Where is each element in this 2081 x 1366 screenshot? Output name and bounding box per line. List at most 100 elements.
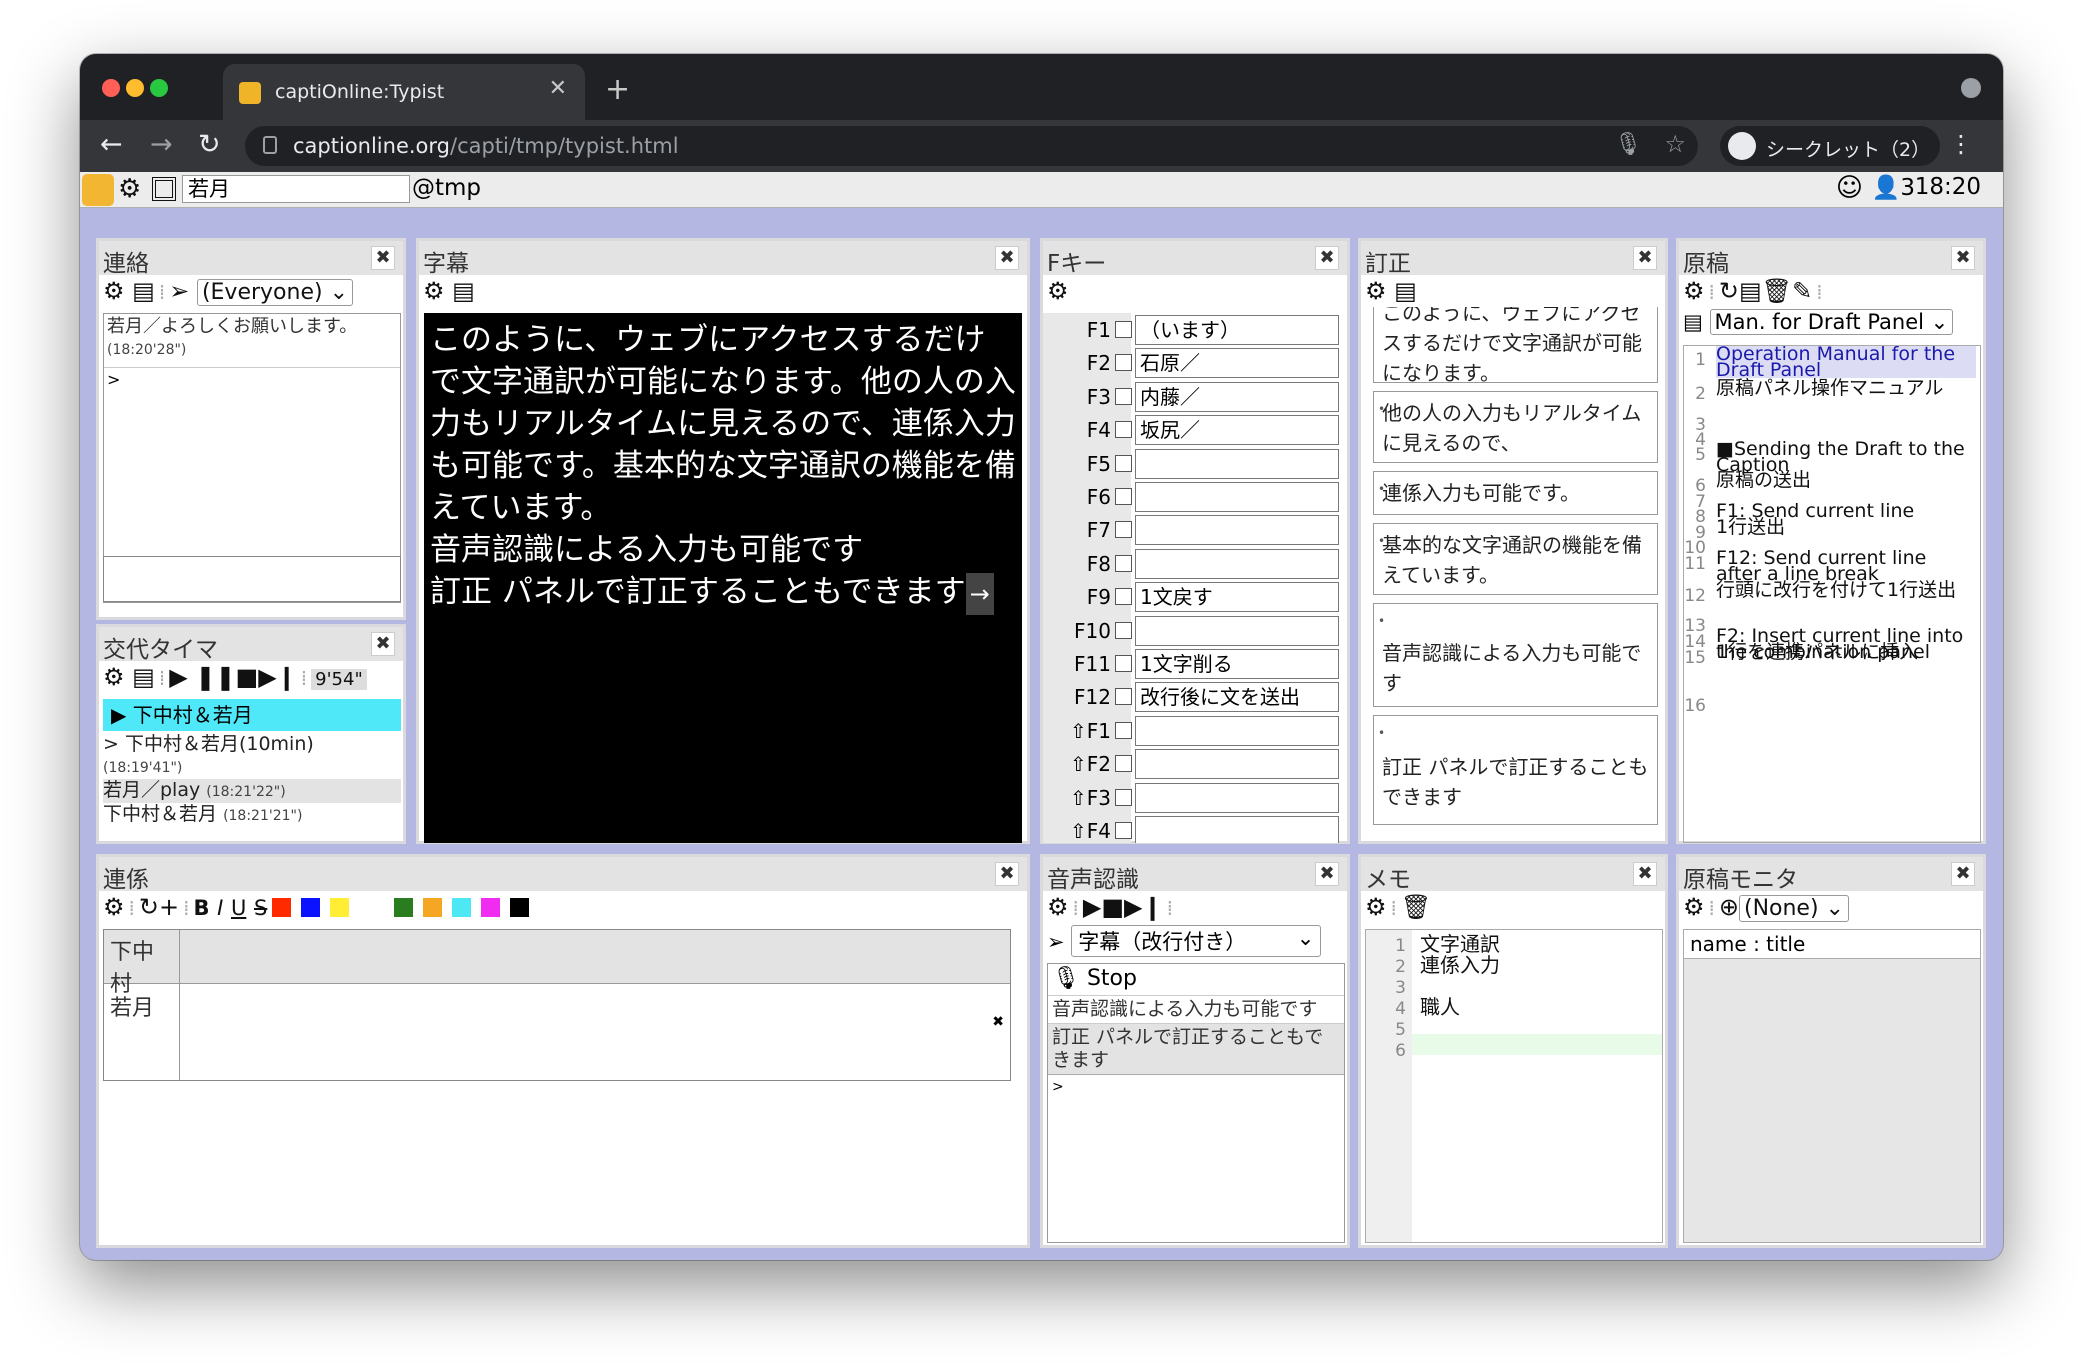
fkey-input[interactable]: 1文字削る: [1135, 649, 1339, 679]
fkey-checkbox[interactable]: [1115, 454, 1132, 472]
recipient-select[interactable]: (Everyone) ⌄: [196, 279, 354, 306]
fkey-input[interactable]: [1135, 749, 1339, 780]
settings-gear-icon[interactable]: ⚙: [1365, 893, 1387, 921]
color-swatch-magenta[interactable]: [481, 898, 501, 917]
send-icon[interactable]: ➢: [169, 277, 189, 305]
strikethrough-button[interactable]: S: [254, 896, 267, 920]
panel-close-icon[interactable]: ✖: [1633, 862, 1657, 886]
pencil-icon[interactable]: ✎: [1792, 277, 1812, 305]
stop-icon[interactable]: ■: [236, 663, 259, 691]
bookmark-star-icon[interactable]: ☆: [1664, 130, 1686, 158]
fkey-checkbox[interactable]: [1115, 655, 1132, 672]
fkey-checkbox[interactable]: [1115, 488, 1132, 505]
fkey-input[interactable]: [1135, 816, 1339, 843]
settings-gear-icon[interactable]: ⚙: [1683, 277, 1705, 305]
app-logo[interactable]: [82, 174, 114, 206]
draft-line[interactable]: Operation Manual for the Draft Panel: [1716, 346, 1976, 380]
play-icon[interactable]: ▶: [1083, 893, 1101, 921]
draft-line[interactable]: 行頭に改行を付けて1行送出: [1716, 581, 1976, 600]
play-icon[interactable]: ▶: [169, 663, 187, 691]
browser-tab[interactable]: captiOnline:Typist ✕: [223, 64, 585, 120]
memo-editor[interactable]: 1 文字通訳 2 連係入力 3 4 職人 5 6: [1365, 929, 1663, 1243]
italic-button[interactable]: I: [217, 896, 223, 920]
panel-close-icon[interactable]: ✖: [1951, 862, 1975, 886]
fkey-input[interactable]: [1135, 782, 1339, 813]
speech-target-select[interactable]: 字幕（改行付き） ⌄: [1071, 925, 1322, 957]
draft-line[interactable]: 原稿の送出: [1716, 471, 1976, 490]
panel-close-icon[interactable]: ✖: [1315, 246, 1339, 270]
correction-item[interactable]: • 訂正 パネルで訂正することもできます: [1373, 715, 1658, 825]
chat-log[interactable]: 若月／よろしくお願いします。 (18:20'28") >: [103, 313, 401, 603]
browser-menu-icon[interactable]: ⋮: [1949, 130, 1973, 158]
settings-gear-icon[interactable]: ⚙: [1683, 893, 1705, 921]
panel-close-icon[interactable]: ✖: [371, 632, 395, 656]
monitor-select[interactable]: (None) ⌄: [1738, 895, 1849, 922]
panel-close-icon[interactable]: ✖: [1951, 246, 1975, 270]
combination-input[interactable]: ✖: [180, 984, 1010, 1080]
qr-code-icon[interactable]: [152, 177, 176, 201]
fkey-checkbox[interactable]: [1115, 788, 1132, 806]
stop-icon[interactable]: ■: [1101, 893, 1124, 921]
settings-gear-icon[interactable]: ⚙: [103, 277, 125, 305]
correction-item[interactable]: • 基本的な文字通訳の機能を備えています。: [1373, 523, 1658, 595]
fkey-checkbox[interactable]: [1115, 387, 1132, 405]
panel-close-icon[interactable]: ✖: [1633, 246, 1657, 270]
trash-icon[interactable]: 🗑: [1762, 277, 1792, 305]
pause-icon[interactable]: ❚❚: [195, 663, 235, 691]
stop-button[interactable]: 🎙 Stop: [1048, 964, 1344, 996]
color-swatch-yellow[interactable]: [330, 898, 350, 917]
color-swatch-orange[interactable]: [423, 898, 443, 917]
chat-input[interactable]: [103, 556, 401, 602]
add-icon[interactable]: +: [159, 893, 179, 921]
reload-button[interactable]: ↻: [198, 129, 221, 160]
settings-gear-icon[interactable]: ⚙: [1365, 277, 1387, 305]
document-icon[interactable]: ▤: [452, 277, 475, 305]
reload-icon[interactable]: ↻: [1719, 277, 1739, 305]
panel-close-icon[interactable]: ✖: [1315, 862, 1339, 886]
fkey-input[interactable]: 改行後に文を送出: [1135, 682, 1339, 713]
color-swatch-red[interactable]: [272, 898, 292, 917]
forward-button[interactable]: →: [150, 129, 173, 160]
fkey-checkbox[interactable]: [1115, 354, 1132, 372]
fkey-checkbox[interactable]: [1115, 554, 1132, 572]
back-button[interactable]: ←: [100, 129, 123, 160]
fkey-input[interactable]: [1135, 448, 1339, 479]
panel-close-icon[interactable]: ✖: [995, 246, 1019, 270]
fkey-checkbox[interactable]: [1115, 521, 1132, 539]
fkey-input[interactable]: 坂尻／: [1135, 415, 1339, 446]
settings-gear-icon[interactable]: ⚙: [423, 277, 445, 305]
panel-close-icon[interactable]: ✖: [371, 246, 395, 270]
skip-next-icon[interactable]: ▶❙: [1124, 893, 1163, 921]
panel-close-icon[interactable]: ✖: [995, 862, 1019, 886]
draft-line[interactable]: F12: Send current line after a line brea…: [1716, 549, 1976, 584]
fkey-checkbox[interactable]: [1115, 688, 1132, 706]
current-pair[interactable]: ▶ 下中村＆若月: [103, 699, 401, 731]
fkey-input[interactable]: [1135, 615, 1339, 646]
new-tab-button[interactable]: +: [605, 72, 630, 107]
correction-item[interactable]: • 他の人の入力もリアルタイムに見えるので、: [1373, 391, 1658, 463]
username-input[interactable]: 若月: [182, 175, 410, 203]
draft-select[interactable]: Man. for Draft Panel ⌄: [1709, 309, 1954, 335]
skip-next-icon[interactable]: ▶❙: [258, 663, 297, 691]
underline-button[interactable]: U: [231, 896, 246, 920]
maximize-window-button[interactable]: [150, 79, 168, 97]
fkey-checkbox[interactable]: [1115, 755, 1132, 773]
fkey-checkbox[interactable]: [1115, 621, 1132, 639]
document-icon[interactable]: ▤: [132, 663, 155, 691]
fkey-checkbox[interactable]: [1115, 421, 1132, 439]
correction-item[interactable]: このように、ウェブにアクセスするだけで文字通訳が可能になります。: [1373, 307, 1658, 385]
correction-item[interactable]: • 音声認識による入力も可能です: [1373, 603, 1658, 707]
fkey-checkbox[interactable]: [1115, 822, 1132, 839]
color-swatch-black[interactable]: [510, 898, 530, 917]
fkey-input[interactable]: [1135, 548, 1339, 579]
fkey-input[interactable]: 1文戻す: [1135, 582, 1339, 613]
settings-gear-icon[interactable]: ⚙: [1047, 277, 1069, 305]
minimize-window-button[interactable]: [126, 79, 144, 97]
trash-icon[interactable]: 🗑: [1401, 893, 1431, 921]
document-icon[interactable]: ▤: [1394, 277, 1417, 305]
fkey-checkbox[interactable]: [1115, 321, 1132, 338]
fkey-input[interactable]: [1135, 515, 1339, 546]
smiley-icon[interactable]: ☺: [1836, 173, 1863, 203]
microphone-icon[interactable]: 🎙: [1614, 132, 1642, 157]
color-swatch-cyan[interactable]: [452, 898, 472, 917]
